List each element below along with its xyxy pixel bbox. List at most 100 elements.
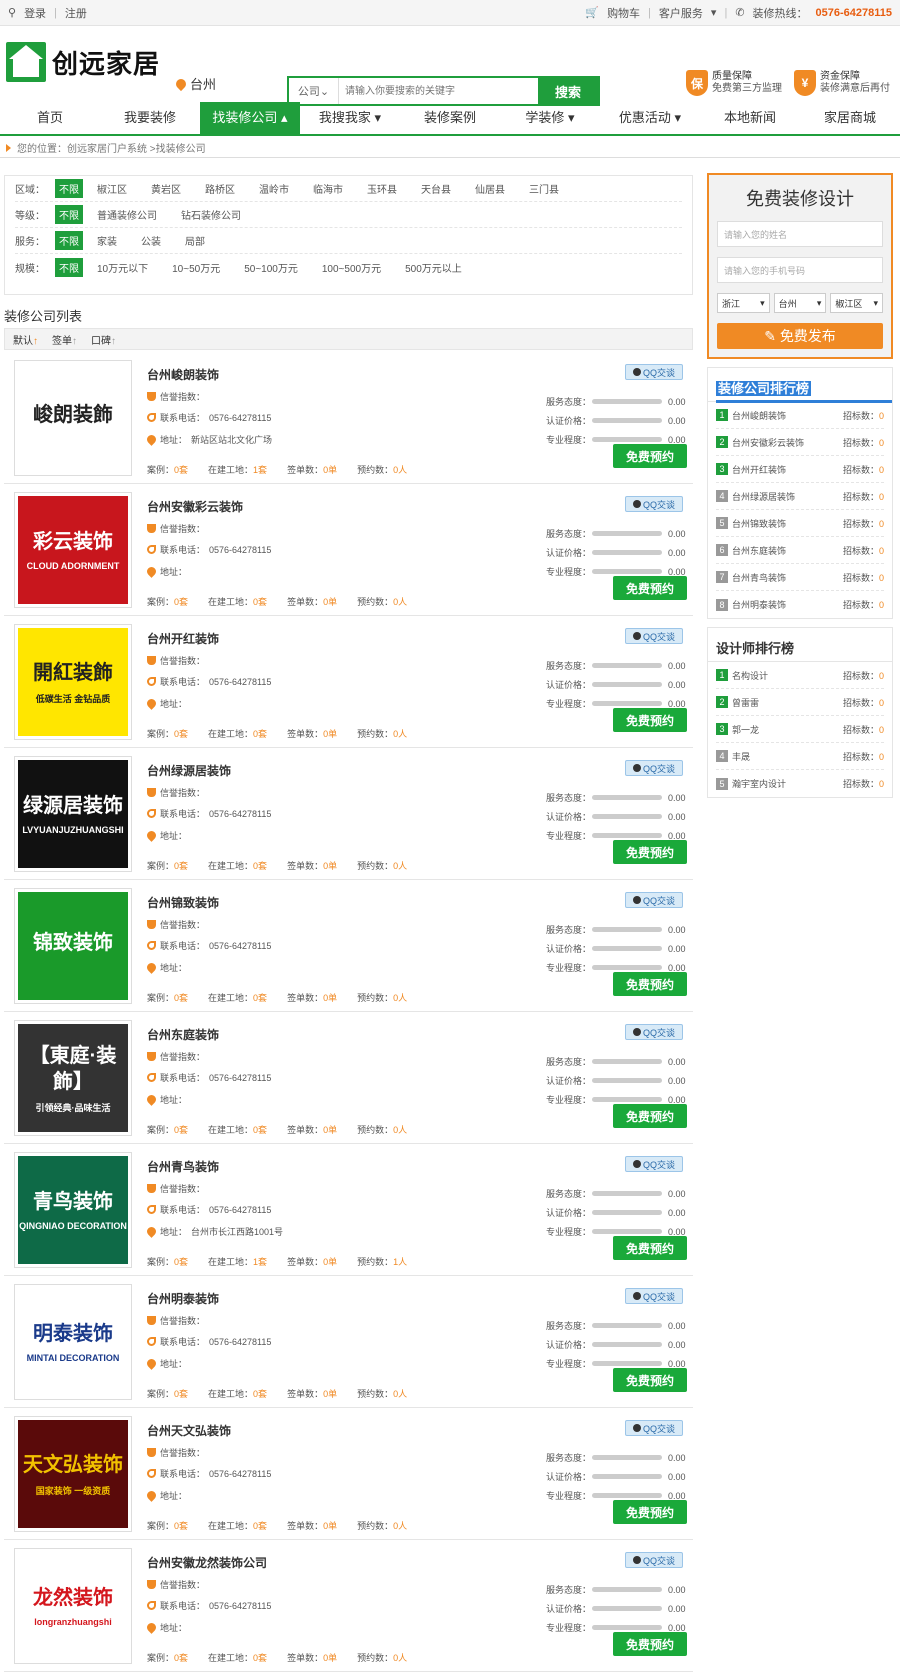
qq-chat-button[interactable]: QQ交谈: [625, 1420, 683, 1436]
rank-item[interactable]: 3 台州开红装饰 招标数：0: [716, 456, 884, 483]
publish-button[interactable]: ✎ 免费发布: [717, 323, 883, 349]
search-input[interactable]: [339, 78, 538, 104]
nav-renovate[interactable]: 我要装修: [100, 102, 200, 134]
free-booking-button[interactable]: 免费预约: [613, 1368, 687, 1392]
rank-item[interactable]: 1 台州峻朗装饰 招标数：0: [716, 402, 884, 429]
free-booking-button[interactable]: 免费预约: [613, 1632, 687, 1656]
filter-option[interactable]: 黄岩区: [151, 181, 181, 196]
sort-reputation[interactable]: 口碑↑: [91, 332, 116, 347]
free-booking-button[interactable]: 免费预约: [613, 708, 687, 732]
free-booking-button[interactable]: 免费预约: [613, 444, 687, 468]
qq-chat-button[interactable]: QQ交谈: [625, 496, 683, 512]
search-button[interactable]: 搜索: [538, 78, 598, 104]
filter-option[interactable]: 局部: [185, 233, 205, 248]
qq-chat-button[interactable]: QQ交谈: [625, 628, 683, 644]
company-logo[interactable]: 彩云装饰 CLOUD ADORNMENT: [14, 492, 132, 608]
rank-item[interactable]: 1 名构设计 招标数：0: [716, 662, 884, 689]
filter-all-tag[interactable]: 不限: [55, 179, 83, 198]
free-booking-button[interactable]: 免费预约: [613, 840, 687, 864]
filter-all-tag[interactable]: 不限: [55, 205, 83, 224]
company-logo[interactable]: 龙然装饰 longranzhuangshi: [14, 1548, 132, 1664]
register-link[interactable]: 注册: [65, 5, 87, 21]
company-logo[interactable]: 明泰装饰 MINTAI DECORATION: [14, 1284, 132, 1400]
company-name[interactable]: 台州开红装饰: [147, 630, 219, 647]
free-booking-button[interactable]: 免费预约: [613, 576, 687, 600]
qq-chat-button[interactable]: QQ交谈: [625, 1024, 683, 1040]
filter-all-tag[interactable]: 不限: [55, 231, 83, 250]
nav-news[interactable]: 本地新闻: [700, 102, 800, 134]
phone-input[interactable]: 请输入您的手机号码: [717, 257, 883, 283]
city-select[interactable]: 台州 ▾: [773, 293, 827, 313]
login-link[interactable]: 登录: [24, 5, 46, 21]
nav-home[interactable]: 首页: [0, 102, 100, 134]
company-logo[interactable]: 锦致装饰: [14, 888, 132, 1004]
search-category-select[interactable]: 公司 ⌄: [289, 78, 339, 104]
nav-promotions[interactable]: 优惠活动 ▾: [600, 102, 700, 134]
company-name[interactable]: 台州东庭装饰: [147, 1026, 219, 1043]
rank-item[interactable]: 2 台州安徽彩云装饰 招标数：0: [716, 429, 884, 456]
company-logo[interactable]: 【東庭·装飾】 引领经典·品味生活: [14, 1020, 132, 1136]
company-logo[interactable]: 绿源居装饰 LVYUANJUZHUANGSHI: [14, 756, 132, 872]
qq-chat-button[interactable]: QQ交谈: [625, 1552, 683, 1568]
qq-chat-button[interactable]: QQ交谈: [625, 892, 683, 908]
rank-item[interactable]: 2 曾雷雷 招标数：0: [716, 689, 884, 716]
rank-item[interactable]: 8 台州明泰装饰 招标数：0: [716, 591, 884, 618]
filter-option[interactable]: 钻石装修公司: [181, 207, 241, 222]
filter-option[interactable]: 10~50万元: [172, 260, 220, 275]
name-input[interactable]: 请输入您的姓名: [717, 221, 883, 247]
breadcrumb-text[interactable]: 您的位置：创远家居门户系统 >找装修公司: [17, 140, 206, 155]
filter-option[interactable]: 500万元以上: [405, 260, 462, 275]
company-logo[interactable]: 青鸟装饰 QINGNIAO DECORATION: [14, 1152, 132, 1268]
filter-option[interactable]: 椒江区: [97, 181, 127, 196]
filter-option[interactable]: 公装: [141, 233, 161, 248]
filter-option[interactable]: 天台县: [421, 181, 451, 196]
province-select[interactable]: 浙江 ▾: [717, 293, 770, 313]
rank-item[interactable]: 7 台州青鸟装饰 招标数：0: [716, 564, 884, 591]
filter-option[interactable]: 50~100万元: [244, 260, 298, 275]
sort-signed[interactable]: 签单↑: [52, 332, 77, 347]
cart-link[interactable]: 购物车: [607, 5, 640, 21]
filter-option[interactable]: 家装: [97, 233, 117, 248]
qq-chat-button[interactable]: QQ交谈: [625, 1288, 683, 1304]
filter-option[interactable]: 10万元以下: [97, 260, 148, 275]
rank-item[interactable]: 4 台州绿源居装饰 招标数：0: [716, 483, 884, 510]
filter-option[interactable]: 仙居县: [475, 181, 505, 196]
nav-find-company[interactable]: 找装修公司 ▴: [200, 102, 300, 134]
company-name[interactable]: 台州青鸟装饰: [147, 1158, 219, 1175]
rank-item[interactable]: 3 郭一龙 招标数：0: [716, 716, 884, 743]
free-booking-button[interactable]: 免费预约: [613, 1104, 687, 1128]
nav-cases[interactable]: 装修案例: [400, 102, 500, 134]
filter-option[interactable]: 三门县: [529, 181, 559, 196]
filter-option[interactable]: 路桥区: [205, 181, 235, 196]
sort-default[interactable]: 默认↑: [13, 332, 38, 347]
company-logo[interactable]: 開紅装飾 低碳生活 金钻品质: [14, 624, 132, 740]
free-booking-button[interactable]: 免费预约: [613, 972, 687, 996]
nav-my-home[interactable]: 我搜我家 ▾: [300, 102, 400, 134]
company-name[interactable]: 台州绿源居装饰: [147, 762, 231, 779]
service-menu[interactable]: 客户服务: [659, 5, 703, 21]
company-name[interactable]: 台州峻朗装饰: [147, 366, 219, 383]
qq-chat-button[interactable]: QQ交谈: [625, 760, 683, 776]
qq-chat-button[interactable]: QQ交谈: [625, 1156, 683, 1172]
filter-option[interactable]: 100~500万元: [322, 260, 381, 275]
company-logo[interactable]: 峻朗装飾: [14, 360, 132, 476]
filter-option[interactable]: 玉环县: [367, 181, 397, 196]
rank-item[interactable]: 6 台州东庭装饰 招标数：0: [716, 537, 884, 564]
filter-all-tag[interactable]: 不限: [55, 257, 83, 277]
district-select[interactable]: 椒江区 ▾: [830, 293, 884, 313]
filter-option[interactable]: 普通装修公司: [97, 207, 157, 222]
company-name[interactable]: 台州天文弘装饰: [147, 1422, 231, 1439]
qq-chat-button[interactable]: QQ交谈: [625, 364, 683, 380]
nav-learn[interactable]: 学装修 ▾: [500, 102, 600, 134]
filter-option[interactable]: 温岭市: [259, 181, 289, 196]
free-booking-button[interactable]: 免费预约: [613, 1500, 687, 1524]
company-name[interactable]: 台州安徽龙然装饰公司: [147, 1554, 267, 1571]
nav-mall[interactable]: 家居商城: [800, 102, 900, 134]
filter-option[interactable]: 临海市: [313, 181, 343, 196]
free-booking-button[interactable]: 免费预约: [613, 1236, 687, 1260]
rank-item[interactable]: 4 丰晟 招标数：0: [716, 743, 884, 770]
rank-item[interactable]: 5 台州锦致装饰 招标数：0: [716, 510, 884, 537]
rank-item[interactable]: 5 瀚宇室内设计 招标数：0: [716, 770, 884, 797]
company-logo[interactable]: 天文弘装饰 国家装饰 一级资质: [14, 1416, 132, 1532]
site-logo[interactable]: 创远家居: [6, 42, 160, 82]
